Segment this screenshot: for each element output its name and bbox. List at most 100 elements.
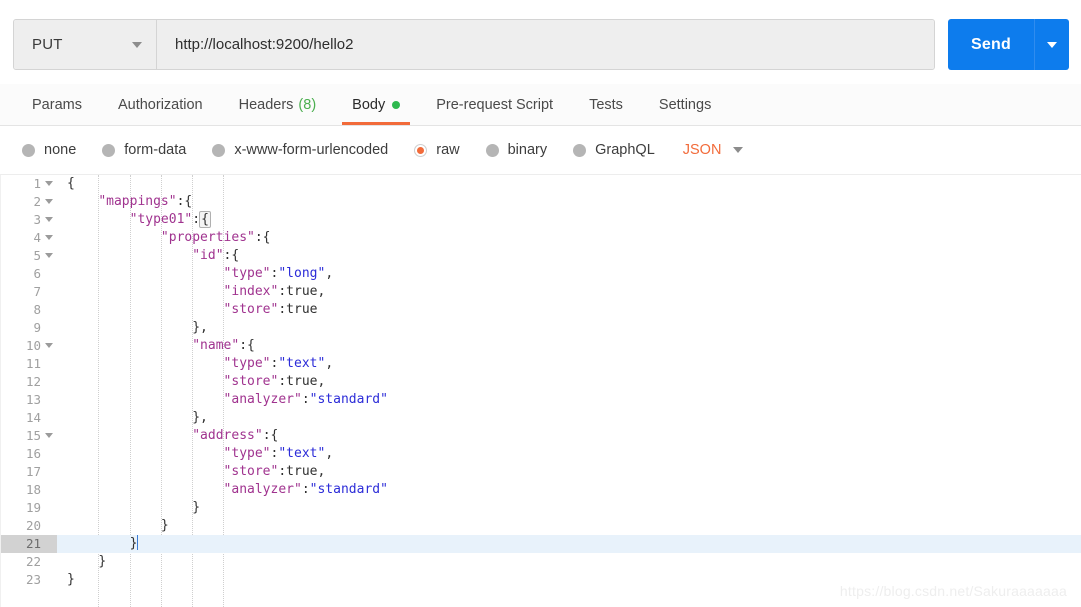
tab-settings[interactable]: Settings: [641, 84, 729, 125]
body-type-graphql[interactable]: GraphQL: [573, 142, 655, 158]
code-token: "type": [223, 266, 271, 281]
body-present-dot-icon: [392, 100, 401, 109]
request-url-input[interactable]: http://localhost:9200/hello2: [157, 20, 934, 69]
code-line[interactable]: 15 "address":{: [1, 427, 1081, 445]
http-method-select[interactable]: PUT: [14, 20, 157, 69]
code-line[interactable]: 19 }: [1, 499, 1081, 517]
code-token: "standard": [309, 392, 388, 407]
code-text: "store":true: [57, 301, 1081, 319]
code-token: :: [192, 212, 201, 227]
code-line[interactable]: 5 "id":{: [1, 247, 1081, 265]
tab-authorization[interactable]: Authorization: [100, 84, 221, 125]
line-number: 14: [25, 410, 41, 425]
tab-pre-request-script[interactable]: Pre-request Script: [418, 84, 571, 125]
line-number-gutter: 7: [1, 283, 57, 301]
code-token: }: [160, 518, 169, 533]
code-token: :{: [223, 248, 240, 263]
send-button[interactable]: Send: [948, 19, 1034, 70]
code-line[interactable]: 10 "name":{: [1, 337, 1081, 355]
code-line[interactable]: 9 },: [1, 319, 1081, 337]
code-line[interactable]: 16 "type":"text",: [1, 445, 1081, 463]
code-line[interactable]: 14 },: [1, 409, 1081, 427]
line-number: 3: [33, 212, 41, 227]
code-line[interactable]: 12 "store":true,: [1, 373, 1081, 391]
code-line[interactable]: 18 "analyzer":"standard": [1, 481, 1081, 499]
code-token: :true: [278, 302, 318, 317]
line-number-gutter: 8: [1, 301, 57, 319]
line-number-gutter: 10: [1, 337, 57, 355]
code-token: "standard": [309, 482, 388, 497]
code-line[interactable]: 7 "index":true,: [1, 283, 1081, 301]
code-token: :{: [176, 194, 193, 209]
code-token: "type01": [129, 212, 193, 227]
tab-body[interactable]: Body: [334, 84, 418, 125]
fold-arrow-icon: [45, 433, 53, 438]
tab-tests[interactable]: Tests: [571, 84, 641, 125]
code-line[interactable]: 20 }: [1, 517, 1081, 535]
line-number-gutter: 23: [1, 571, 57, 589]
request-body-editor[interactable]: 1{2 "mappings":{3 "type01":{4 "propertie…: [0, 174, 1081, 607]
fold-toggle[interactable]: [41, 427, 53, 445]
send-options-button[interactable]: [1034, 19, 1069, 70]
code-token: "text": [278, 356, 326, 371]
line-number-gutter: 11: [1, 355, 57, 373]
fold-toggle[interactable]: [41, 229, 53, 247]
code-line[interactable]: 2 "mappings":{: [1, 193, 1081, 211]
line-number-gutter: 1: [1, 175, 57, 193]
body-type-binary[interactable]: binary: [485, 142, 547, 158]
code-line[interactable]: 13 "analyzer":"standard": [1, 391, 1081, 409]
code-line[interactable]: 1{: [1, 175, 1081, 193]
tab-params[interactable]: Params: [14, 84, 100, 125]
code-line[interactable]: 4 "properties":{: [1, 229, 1081, 247]
body-language-select[interactable]: JSON: [683, 142, 744, 158]
code-line[interactable]: 21 }: [1, 535, 1081, 553]
fold-arrow-icon: [45, 199, 53, 204]
http-method-label: PUT: [32, 36, 63, 53]
fold-toggle[interactable]: [41, 247, 53, 265]
body-type-raw[interactable]: raw: [414, 142, 460, 158]
line-number-gutter: 17: [1, 463, 57, 481]
fold-toggle[interactable]: [41, 211, 53, 229]
body-type-x-www-form-urlencoded[interactable]: x-www-form-urlencoded: [212, 142, 388, 158]
code-text: "address":{: [57, 427, 1081, 445]
code-line[interactable]: 17 "store":true,: [1, 463, 1081, 481]
code-token: "store": [223, 374, 279, 389]
code-line[interactable]: 11 "type":"text",: [1, 355, 1081, 373]
body-type-form-data[interactable]: form-data: [102, 142, 186, 158]
line-number: 6: [33, 266, 41, 281]
line-number-gutter: 3: [1, 211, 57, 229]
line-number-gutter: 4: [1, 229, 57, 247]
fold-toggle[interactable]: [41, 175, 53, 193]
code-token: ,: [325, 266, 334, 281]
code-line[interactable]: 3 "type01":{: [1, 211, 1081, 229]
tab-label: Authorization: [117, 96, 203, 113]
line-number: 21: [25, 536, 41, 551]
code-line[interactable]: 22 }: [1, 553, 1081, 571]
code-text: }: [57, 517, 1081, 535]
line-number-gutter: 13: [1, 391, 57, 409]
fold-toggle[interactable]: [41, 337, 53, 355]
code-line[interactable]: 8 "store":true: [1, 301, 1081, 319]
tab-label: Tests: [589, 96, 623, 113]
tab-headers[interactable]: Headers (8): [221, 84, 335, 125]
code-line[interactable]: 6 "type":"long",: [1, 265, 1081, 283]
body-type-row: none form-data x-www-form-urlencoded raw bin…: [0, 126, 1081, 174]
fold-toggle[interactable]: [41, 193, 53, 211]
code-text: "id":{: [57, 247, 1081, 265]
code-token: ,: [325, 356, 334, 371]
body-type-none[interactable]: none: [22, 142, 76, 158]
code-text: "properties":{: [57, 229, 1081, 247]
code-text: {: [57, 175, 1081, 193]
tab-label: Params: [32, 96, 82, 113]
tab-label: Body: [352, 96, 386, 113]
code-token: },: [192, 410, 208, 425]
code-token: },: [192, 320, 208, 335]
code-token: {: [67, 176, 75, 191]
